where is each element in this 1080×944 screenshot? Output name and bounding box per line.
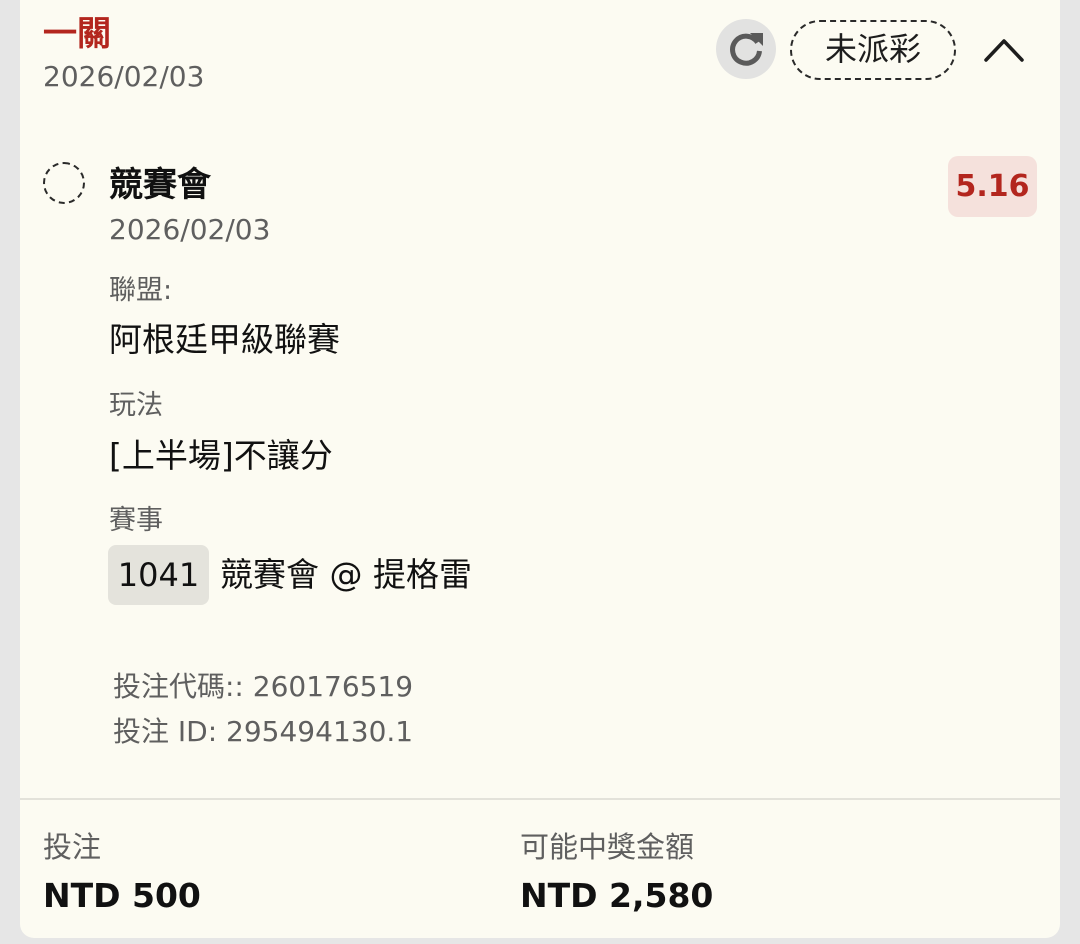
payout-value: NTD 2,580 xyxy=(520,876,714,915)
selection-date: 2026/02/03 xyxy=(109,213,271,246)
odds-badge: 5.16 xyxy=(948,156,1037,217)
event-id-badge: 1041 xyxy=(108,545,209,605)
settlement-status-badge: 未派彩 xyxy=(790,20,956,80)
event-label: 賽事 xyxy=(109,505,163,536)
selection-status-icon xyxy=(43,162,85,204)
bet-date: 2026/02/03 xyxy=(43,60,205,93)
market-label: 玩法 xyxy=(109,390,163,421)
league-label: 聯盟: xyxy=(109,275,173,306)
league-value: 阿根廷甲級聯賽 xyxy=(109,320,340,359)
collapse-button[interactable] xyxy=(980,25,1028,73)
payout-label: 可能中獎金額 xyxy=(520,830,695,864)
stake-label: 投注 xyxy=(43,830,102,864)
selection-team: 競賽會 xyxy=(109,165,211,205)
footer-divider xyxy=(20,798,1060,800)
market-value: [上半場]不讓分 xyxy=(109,436,333,475)
bet-slip-card: 一關 2026/02/03 未派彩 競賽會 2026/02/03 5.16 聯盟… xyxy=(20,0,1060,938)
chevron-up-icon xyxy=(984,39,1024,62)
bet-id: 投注 ID: 295494130.1 xyxy=(113,715,414,748)
stake-value: NTD 500 xyxy=(43,876,201,915)
bet-type-title: 一關 xyxy=(43,14,111,54)
bet-code: 投注代碼:: 260176519 xyxy=(113,670,414,703)
event-name: 競賽會 @ 提格雷 xyxy=(220,555,472,594)
refresh-icon xyxy=(730,33,763,66)
refresh-button[interactable] xyxy=(716,19,776,79)
